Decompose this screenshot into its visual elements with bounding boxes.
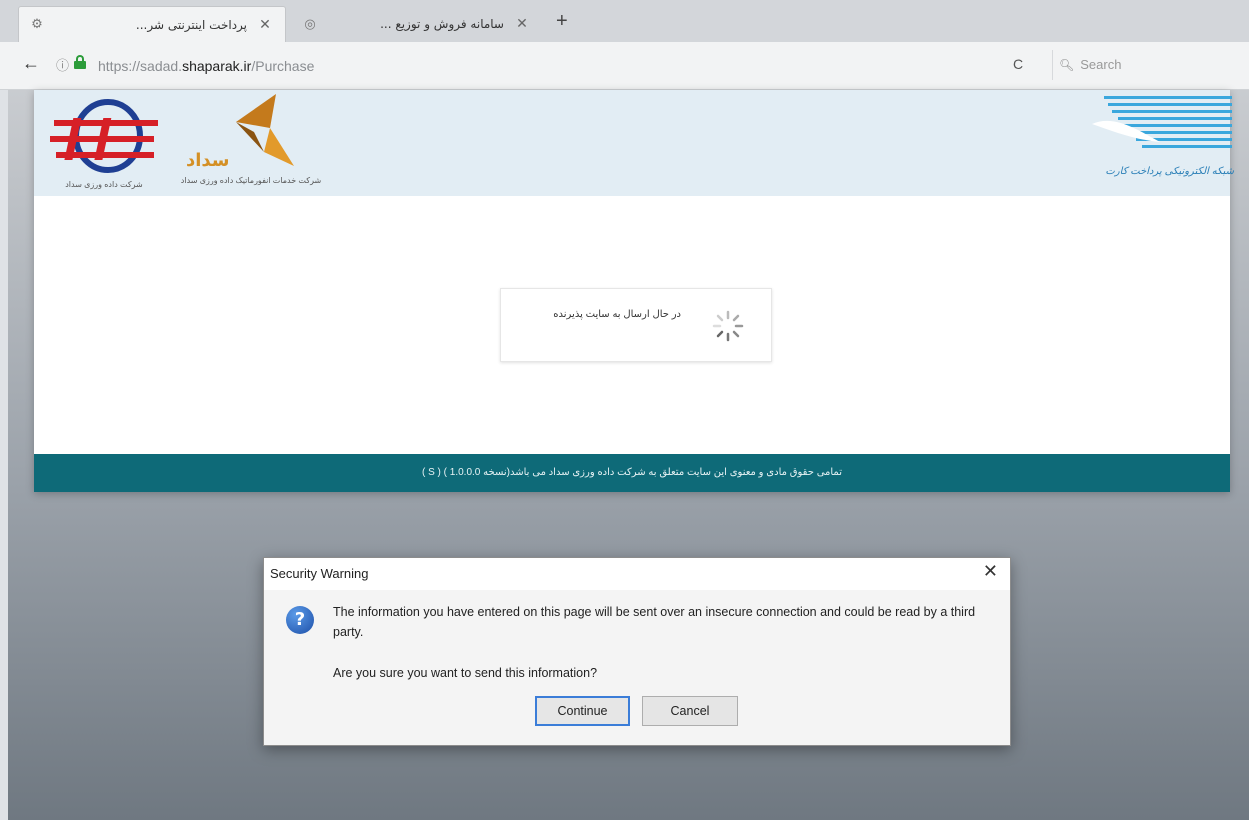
tab-inactive[interactable]: ◎ سامانه فروش و توزیع ... ✕	[292, 6, 542, 42]
dialog-body: ? The information you have entered on th…	[264, 590, 1010, 745]
page-favicon-icon: ◎	[304, 16, 316, 32]
info-icon[interactable]: ⓘ	[56, 55, 69, 74]
loading-spinner-icon	[712, 310, 744, 342]
url-host-prefix: sadad.	[140, 58, 183, 74]
payment-page: شرکت داده ورزی سداد سداد شرکت خدمات انفو…	[34, 90, 1234, 492]
security-warning-dialog: Security Warning ✕ ? The information you…	[263, 557, 1011, 746]
tab-strip: ⚙ پرداخت اینترنتی شر... ✕ ◎ سامانه فروش …	[0, 0, 1249, 42]
shaparak-logo-caption: شبکه الکترونیکی پرداخت کارت	[1105, 166, 1234, 177]
sadad-logo: سداد شرکت خدمات انفورماتیک داده ورزی سدا…	[166, 92, 336, 192]
tab-title: پرداخت اینترنتی شر...	[135, 17, 247, 32]
tab-close-icon[interactable]: ✕	[255, 17, 275, 33]
question-icon: ?	[286, 606, 314, 634]
tab-close-icon[interactable]: ✕	[512, 16, 532, 32]
close-icon[interactable]: ✕	[983, 561, 998, 582]
url-host: shaparak.ir	[182, 58, 252, 74]
company-logo: شرکت داده ورزی سداد	[44, 96, 164, 192]
lock-icon[interactable]	[74, 55, 86, 69]
shaparak-logo: شبکه الکترونیکی پرداخت کارت	[1084, 94, 1234, 190]
magnifier-icon: 🔍︎	[1059, 58, 1075, 72]
back-arrow-icon[interactable]: ←	[22, 53, 40, 74]
new-tab-button[interactable]: +	[556, 10, 568, 33]
site-footer: تمامی حقوق مادی و معنوی این سایت متعلق ب…	[34, 454, 1230, 492]
search-input[interactable]: 🔍︎ Search	[1052, 50, 1242, 80]
warning-message: The information you have entered on this…	[333, 605, 976, 639]
url-scheme: https://	[98, 58, 141, 74]
tab-title: سامانه فروش و توزیع ...	[380, 17, 504, 31]
page-favicon-icon: ⚙	[31, 17, 43, 32]
continue-button[interactable]: Continue	[535, 696, 630, 726]
cancel-button[interactable]: Cancel	[642, 696, 738, 726]
loading-text: در حال ارسال به سایت پذیرنده	[553, 309, 681, 320]
tab-active[interactable]: ⚙ پرداخت اینترنتی شر... ✕	[18, 6, 286, 42]
reload-icon[interactable]: C	[1013, 56, 1023, 72]
address-bar[interactable]: https://sadad.shaparak.ir/Purchase	[98, 54, 978, 78]
site-header: شرکت داده ورزی سداد سداد شرکت خدمات انفو…	[34, 90, 1234, 196]
sadad-logo-caption: شرکت خدمات انفورماتیک داده ورزی سداد	[180, 176, 322, 185]
confirmation-question: Are you sure you want to send this infor…	[333, 666, 598, 680]
company-logo-caption: شرکت داده ورزی سداد	[65, 180, 143, 189]
shaparak-logo-icon	[1092, 96, 1232, 148]
sadad-brand-text: سداد	[186, 150, 230, 170]
loading-panel: در حال ارسال به سایت پذیرنده	[500, 288, 772, 362]
search-placeholder: Search	[1080, 57, 1122, 72]
company-logo-icon	[50, 99, 158, 173]
dialog-title: Security Warning	[270, 566, 369, 581]
navigation-bar: ← ⓘ https://sadad.shaparak.ir/Purchase C…	[0, 42, 1249, 90]
url-path: /Purchase	[251, 58, 315, 74]
